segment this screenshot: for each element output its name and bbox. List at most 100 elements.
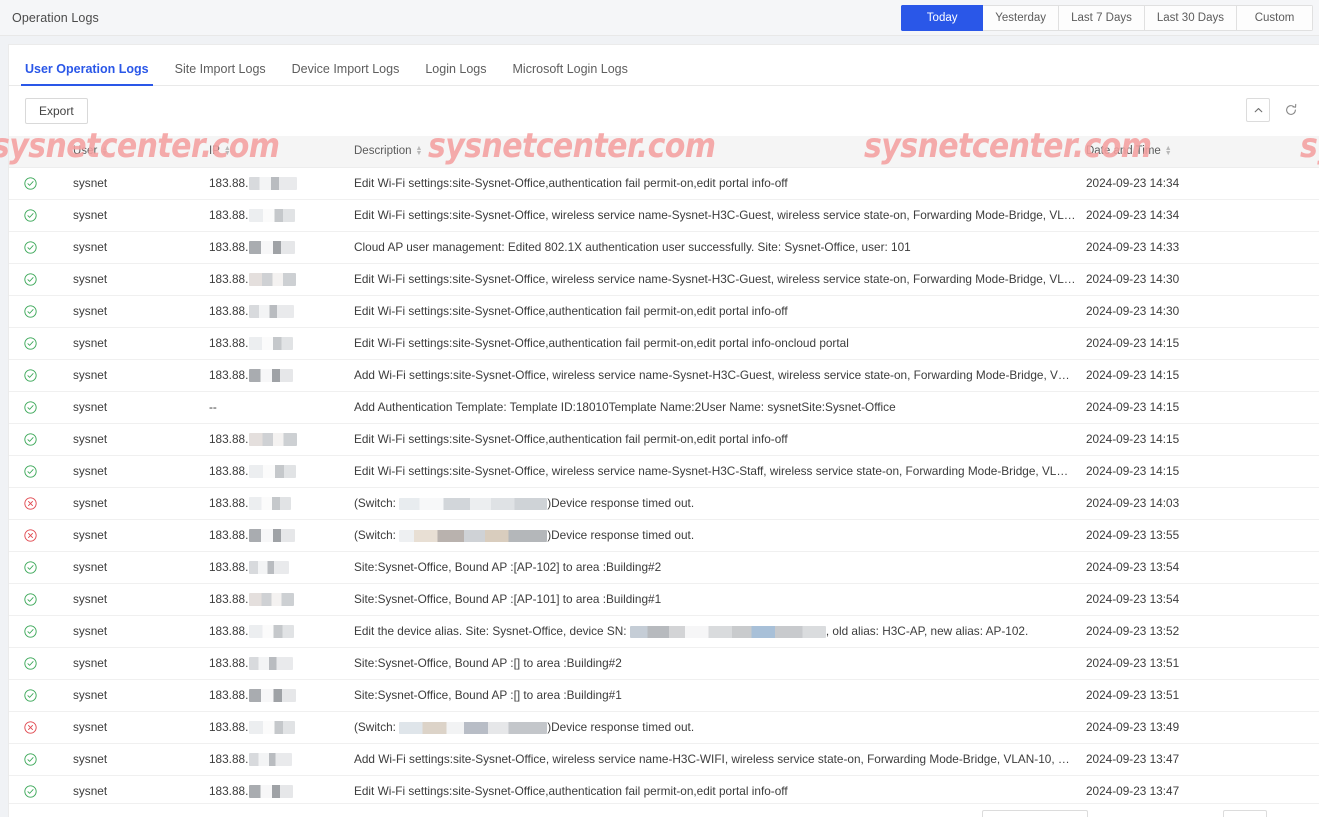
status-success-icon <box>9 560 51 574</box>
column-header-status <box>9 136 51 168</box>
user-value: sysnet <box>73 400 108 414</box>
page-jump-input[interactable] <box>1223 810 1267 817</box>
cell-description: Edit Wi-Fi settings:site-Sysnet-Office,a… <box>346 167 1076 200</box>
table-row[interactable]: sysnet 183.88. Add Wi-Fi settings:site-Sys… <box>9 359 1319 392</box>
ip-value: 183.88. <box>201 719 346 735</box>
table-row[interactable]: sysnet 183.88. Edit Wi-Fi settings:site-Sy… <box>9 455 1319 488</box>
ip-text: 183.88. <box>209 527 249 542</box>
cell-ip: 183.88. <box>201 487 346 520</box>
date-value: 2024-09-23 14:03 <box>1086 496 1180 510</box>
table-row[interactable]: sysnet 183.88. Edit Wi-Fi settings:site-Sy… <box>9 167 1319 200</box>
user-value: sysnet <box>73 272 108 286</box>
status-success-icon <box>9 176 51 190</box>
column-header-description[interactable]: Description ▲ ▼ <box>346 136 1076 168</box>
table-row[interactable]: sysnet 183.88. Add Wi-Fi settings:site-Sys… <box>9 743 1319 776</box>
range-button-yesterday[interactable]: Yesterday <box>983 5 1060 31</box>
date-value: 2024-09-23 13:54 <box>1086 560 1180 574</box>
user-value: sysnet <box>73 496 108 510</box>
description-value: Edit Wi-Fi settings:site-Sysnet-Office, … <box>354 208 1076 222</box>
column-header-user[interactable]: User ▲ ▼ <box>51 136 201 168</box>
status-success-icon <box>9 400 51 414</box>
cell-date: 2024-09-23 14:15 <box>1076 423 1319 456</box>
status-error-icon <box>9 528 51 542</box>
cell-description: Edit Wi-Fi settings:site-Sysnet-Office,a… <box>346 327 1076 360</box>
description-value: Site:Sysnet-Office, Bound AP :[] to area… <box>354 688 622 702</box>
user-value: sysnet <box>73 528 108 542</box>
table-row[interactable]: sysnet 183.88. Site:Sysnet-Office, Bound A… <box>9 551 1319 584</box>
tab-device-import-logs[interactable]: Device Import Logs <box>292 62 400 85</box>
range-button-custom[interactable]: Custom <box>1237 5 1313 31</box>
table-row[interactable]: sysnet 183.88. Edit the device alias. Site… <box>9 615 1319 648</box>
cell-date: 2024-09-23 14:15 <box>1076 391 1319 424</box>
cell-user: sysnet <box>51 359 201 392</box>
cell-status <box>9 455 51 488</box>
sort-toggle-icon[interactable]: ▲ ▼ <box>416 145 423 157</box>
table-row[interactable]: sysnet 183.88. (Switch: )Device response t… <box>9 519 1319 552</box>
table-row[interactable]: sysnet 183.88. Edit Wi-Fi settings:site-Sy… <box>9 295 1319 328</box>
cell-user: sysnet <box>51 391 201 424</box>
column-header-ip[interactable]: IP ▲ ▼ <box>201 136 346 168</box>
cell-date: 2024-09-23 14:30 <box>1076 263 1319 296</box>
user-value: sysnet <box>73 176 108 190</box>
cell-ip: 183.88. <box>201 167 346 200</box>
cell-status <box>9 295 51 328</box>
redacted-ip-block <box>249 177 298 191</box>
cell-user: sysnet <box>51 647 201 680</box>
sort-toggle-icon[interactable]: ▲ ▼ <box>224 145 231 157</box>
tab-login-logs[interactable]: Login Logs <box>425 62 486 85</box>
table-row[interactable]: sysnet 183.88. Edit Wi-Fi settings:site-Sy… <box>9 327 1319 360</box>
page-size-select[interactable] <box>982 810 1088 817</box>
cell-date: 2024-09-23 13:49 <box>1076 711 1319 744</box>
column-header-date[interactable]: Date and Time ▲ ▼ <box>1076 136 1319 168</box>
ip-text: 183.88. <box>209 719 249 734</box>
date-range-selector[interactable]: Today Yesterday Last 7 Days Last 30 Days Cus… <box>901 5 1313 31</box>
ip-text: 183.88. <box>209 175 249 190</box>
redacted-ip-block <box>249 721 296 735</box>
cell-description: Add Wi-Fi settings:site-Sysnet-Office, w… <box>346 743 1076 776</box>
table-row[interactable]: sysnet 183.88. Cloud AP user management: E… <box>9 231 1319 264</box>
table-row[interactable]: sysnet 183.88. (Switch: )Device response t… <box>9 487 1319 520</box>
cell-status <box>9 487 51 520</box>
table-row[interactable]: sysnet -- Add Authentication Template: Tem… <box>9 391 1319 424</box>
table-row[interactable]: sysnet 183.88. Edit Wi-Fi settings:site-Sy… <box>9 423 1319 456</box>
redacted-ip-block <box>249 465 297 479</box>
table-toolbar: Export <box>9 86 1319 136</box>
description-value: Edit Wi-Fi settings:site-Sysnet-Office, … <box>354 272 1076 286</box>
log-type-tabs[interactable]: User Operation Logs Site Import Logs Devic… <box>9 45 1319 86</box>
range-button-last-30-days[interactable]: Last 30 Days <box>1144 5 1237 31</box>
date-value: 2024-09-23 14:34 <box>1086 176 1180 190</box>
cell-status <box>9 263 51 296</box>
table-row[interactable]: sysnet 183.88. Site:Sysnet-Office, Bound A… <box>9 583 1319 616</box>
description-value: Edit Wi-Fi settings:site-Sysnet-Office,a… <box>354 432 788 446</box>
user-value: sysnet <box>73 752 108 766</box>
cell-ip: 183.88. <box>201 231 346 264</box>
table-row[interactable]: sysnet 183.88. Edit Wi-Fi settings:site-Sy… <box>9 263 1319 296</box>
user-value: sysnet <box>73 624 108 638</box>
range-button-today[interactable]: Today <box>901 5 984 31</box>
cell-status <box>9 199 51 232</box>
table-row[interactable]: sysnet 183.88. (Switch: )Device response t… <box>9 711 1319 744</box>
ip-value: 183.88. <box>201 240 346 255</box>
export-button[interactable]: Export <box>25 98 88 124</box>
table-row[interactable]: sysnet 183.88. Site:Sysnet-Office, Bound A… <box>9 679 1319 712</box>
cell-date: 2024-09-23 14:34 <box>1076 167 1319 200</box>
date-value: 2024-09-23 14:15 <box>1086 336 1180 350</box>
range-button-last-7-days[interactable]: Last 7 Days <box>1059 5 1145 31</box>
description-value: Site:Sysnet-Office, Bound AP :[AP-102] t… <box>354 560 662 574</box>
sort-toggle-icon[interactable]: ▲ ▼ <box>101 145 108 157</box>
chevron-up-icon[interactable] <box>1246 98 1270 122</box>
tab-microsoft-login-logs[interactable]: Microsoft Login Logs <box>513 62 628 85</box>
cell-date: 2024-09-23 13:47 <box>1076 743 1319 776</box>
table-row[interactable]: sysnet 183.88. Edit Wi-Fi settings:site-Sy… <box>9 199 1319 232</box>
tab-site-import-logs[interactable]: Site Import Logs <box>175 62 266 85</box>
tab-user-operation-logs[interactable]: User Operation Logs <box>21 62 153 86</box>
redacted-ip-block <box>249 273 297 287</box>
cell-user: sysnet <box>51 519 201 552</box>
table-row[interactable]: sysnet 183.88. Site:Sysnet-Office, Bound A… <box>9 647 1319 680</box>
sort-toggle-icon[interactable]: ▲ ▼ <box>1165 145 1172 157</box>
cell-date: 2024-09-23 13:51 <box>1076 679 1319 712</box>
redacted-ip-block <box>249 305 295 319</box>
ip-text: 183.88. <box>209 271 249 286</box>
refresh-icon[interactable] <box>1281 100 1301 120</box>
pagination-bar[interactable] <box>9 803 1319 817</box>
